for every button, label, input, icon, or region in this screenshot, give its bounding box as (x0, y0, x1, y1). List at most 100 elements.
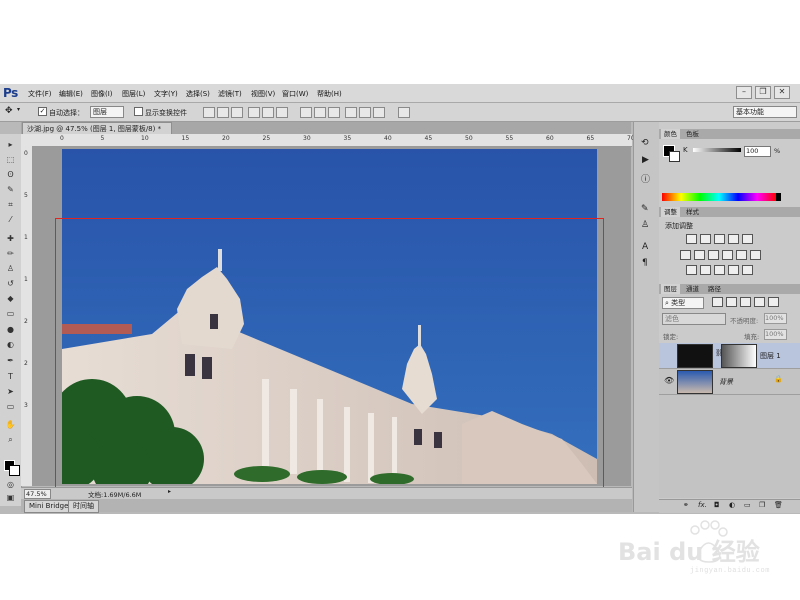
levels-adjust-icon[interactable] (700, 234, 711, 244)
menu-item-5[interactable]: 选择(S) (186, 89, 210, 99)
distribute-hcenter-icon[interactable] (359, 107, 371, 118)
menu-item-1[interactable]: 编辑(E) (59, 89, 83, 99)
move-tool-icon[interactable]: ✥ (5, 106, 13, 116)
document-size-info[interactable]: 文档:1.69M/6.6M (88, 489, 141, 499)
menu-item-8[interactable]: 窗口(W) (282, 89, 308, 99)
distribute-right-icon[interactable] (373, 107, 385, 118)
new-layer-icon[interactable]: ❐ (759, 501, 765, 509)
zoom-field[interactable]: 47.5% (24, 489, 51, 499)
tool-preset-chevron-icon[interactable]: ▾ (17, 106, 20, 113)
history-brush-icon[interactable]: ↺ (5, 279, 16, 288)
hand-tool-icon[interactable]: ✋ (5, 420, 16, 429)
character-panel-icon[interactable]: A (642, 242, 648, 252)
menu-item-2[interactable]: 图像(I) (91, 89, 113, 99)
curves-adjust-icon[interactable] (714, 234, 725, 244)
filter-shape-icon[interactable] (754, 297, 765, 307)
brush-panel-icon[interactable]: ✎ (641, 204, 649, 214)
fx-icon[interactable]: fx. (698, 501, 707, 509)
distribute-left-icon[interactable] (345, 107, 357, 118)
path-select-icon[interactable]: ➤ (5, 387, 16, 396)
hue-saturation-adjust-icon[interactable] (680, 250, 691, 260)
show-transform-checkbox[interactable] (134, 107, 143, 116)
quick-select-tool-icon[interactable]: ✎ (5, 185, 16, 194)
blend-mode-dropdown[interactable]: 滤色 (662, 313, 726, 325)
trash-icon[interactable]: 🗑 (774, 501, 783, 509)
move-tool-icon[interactable]: ▸ (5, 140, 16, 149)
tab-adjustments[interactable]: 调整 (661, 207, 680, 217)
invert-adjust-icon[interactable] (686, 265, 697, 275)
tab-color[interactable]: 颜色 (661, 129, 680, 139)
minimize-button[interactable]: – (736, 86, 752, 99)
color-spectrum-bar[interactable] (662, 193, 776, 201)
menu-item-4[interactable]: 文字(Y) (154, 89, 178, 99)
auto-select-checkbox[interactable]: ✓ (38, 107, 47, 116)
color-lookup-adjust-icon[interactable] (750, 250, 761, 260)
document-tab[interactable]: 沙湖.jpg @ 47.5% (图层 1, 图层蒙板/8) * × (22, 122, 172, 145)
spectrum-black-chip[interactable] (776, 193, 781, 201)
blur-tool-icon[interactable]: ● (5, 325, 16, 334)
tab-mini-bridge[interactable]: Mini Bridge (24, 500, 74, 513)
align-bottom-icon[interactable] (231, 107, 243, 118)
auto-select-dropdown[interactable]: 图层 (90, 106, 124, 118)
opacity-field[interactable]: 100% (764, 313, 787, 324)
k-value-field[interactable]: 100 (744, 146, 771, 157)
k-slider[interactable] (693, 148, 741, 152)
paragraph-panel-icon[interactable]: ¶ (642, 258, 648, 268)
filter-type-icon[interactable] (740, 297, 751, 307)
fill-field[interactable]: 100% (764, 329, 787, 340)
adjustment-layer-icon[interactable]: ◐ (729, 501, 735, 509)
eyedropper-tool-icon[interactable]: ⁄ (5, 215, 16, 224)
dodge-tool-icon[interactable]: ◐ (5, 340, 16, 349)
distribute-bottom-icon[interactable] (328, 107, 340, 118)
status-menu-chevron-icon[interactable]: ▸ (168, 488, 171, 495)
threshold-adjust-icon[interactable] (714, 265, 725, 275)
exposure-adjust-icon[interactable] (728, 234, 739, 244)
channel-mixer-adjust-icon[interactable] (736, 250, 747, 260)
black-white-adjust-icon[interactable] (708, 250, 719, 260)
shape-tool-icon[interactable]: ▭ (5, 402, 16, 411)
zoom-tool-icon[interactable]: ⌕ (5, 435, 16, 445)
add-mask-icon[interactable]: ◘ (714, 501, 720, 509)
gradient-map-adjust-icon[interactable] (728, 265, 739, 275)
group-folder-icon[interactable]: ▭ (744, 501, 751, 509)
filter-adjustment-icon[interactable] (726, 297, 737, 307)
screen-mode-icon[interactable]: ▣ (5, 493, 16, 502)
menu-item-0[interactable]: 文件(F) (28, 89, 52, 99)
tab-swatches[interactable]: 色板 (683, 129, 702, 139)
filter-pixel-icon[interactable] (712, 297, 723, 307)
tab-styles[interactable]: 样式 (683, 207, 702, 217)
menu-item-9[interactable]: 帮助(H) (317, 89, 342, 99)
pen-tool-icon[interactable]: ✒ (5, 356, 16, 365)
layer-mask-thumbnail[interactable] (721, 344, 757, 368)
history-panel-icon[interactable]: ⟲ (641, 138, 649, 148)
crop-tool-icon[interactable]: ⌗ (5, 200, 16, 210)
menu-item-3[interactable]: 图层(L) (122, 89, 145, 99)
gradient-tool-icon[interactable]: ▭ (5, 309, 16, 318)
eraser-tool-icon[interactable]: ◆ (5, 294, 16, 303)
quick-mask-icon[interactable]: ◎ (5, 480, 16, 489)
tab-timeline[interactable]: 时间轴 (68, 500, 99, 513)
tab-paths[interactable]: 路径 (705, 284, 724, 294)
background-color-chip[interactable] (669, 151, 680, 162)
color-balance-adjust-icon[interactable] (694, 250, 705, 260)
vibrance-adjust-icon[interactable] (742, 234, 753, 244)
align-left-icon[interactable] (248, 107, 260, 118)
restore-button[interactable]: ❐ (755, 86, 771, 99)
visibility-eye-icon[interactable]: 👁 (664, 376, 674, 385)
menu-item-6[interactable]: 滤镜(T) (218, 89, 242, 99)
actions-panel-icon[interactable]: ▶ (642, 155, 649, 165)
auto-align-icon[interactable] (398, 107, 410, 118)
align-top-icon[interactable] (203, 107, 215, 118)
align-vcenter-icon[interactable] (217, 107, 229, 118)
photo-filter-adjust-icon[interactable] (722, 250, 733, 260)
align-right-icon[interactable] (276, 107, 288, 118)
tab-layers[interactable]: 图层 (661, 284, 680, 294)
brush-tool-icon[interactable]: ✏ (5, 249, 16, 258)
close-button[interactable]: ✕ (774, 86, 790, 99)
lasso-tool-icon[interactable]: ʘ (5, 170, 16, 179)
clone-source-panel-icon[interactable]: ♙ (641, 220, 649, 230)
distribute-top-icon[interactable] (300, 107, 312, 118)
layer-row-layer-1[interactable]: ⛓ 图层 1 (659, 343, 800, 369)
properties-panel-icon[interactable]: ⓘ (641, 172, 650, 185)
type-tool-icon[interactable]: T (5, 372, 16, 381)
